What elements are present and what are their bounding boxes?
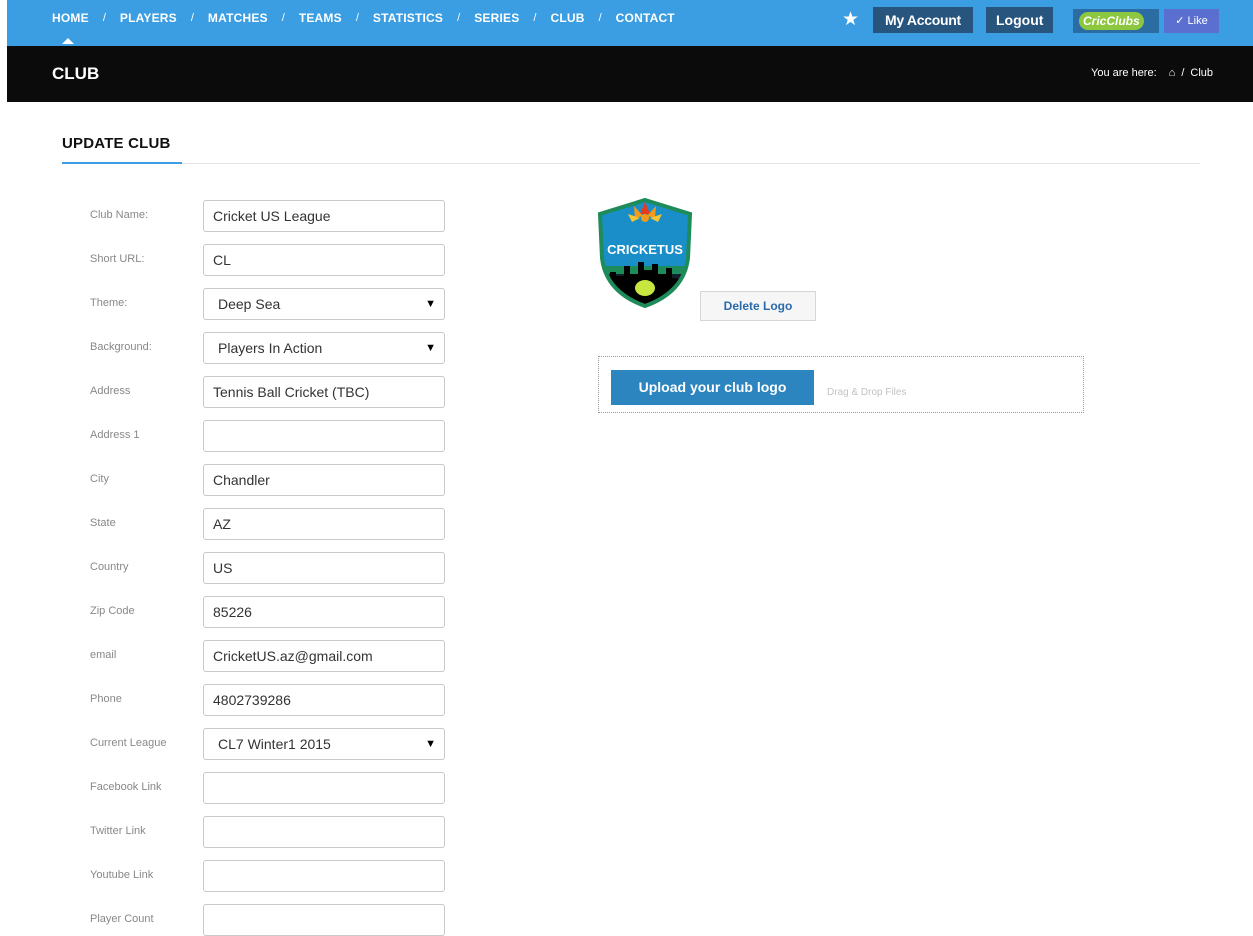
city-input[interactable] [203,464,445,496]
form-row-youtube: Youtube Link [90,860,450,892]
email-label: email [90,649,117,661]
logo-text: CRICKETUS [607,242,683,257]
nav-separator: / [102,12,106,24]
club-name-label: Club Name: [90,209,149,221]
current-league-label: Current League [90,737,167,749]
dropdown-arrow-icon: ▼ [425,298,436,310]
short-url-label: Short URL: [90,253,145,265]
city-label: City [90,473,109,485]
upload-logo-button[interactable]: Upload your club logo [611,370,814,405]
zip-input[interactable] [203,596,445,628]
cricclubs-logo[interactable]: CricClubs [1073,9,1159,33]
nav-club[interactable]: CLUB [550,11,584,25]
nav-separator: / [281,12,285,24]
page-title: CLUB [52,64,100,83]
short-url-input[interactable] [203,244,445,276]
nav-home[interactable]: HOME [52,11,89,25]
my-account-button[interactable]: My Account [873,7,973,33]
form-row-email: email [90,640,450,672]
breadcrumb-separator: / [1181,67,1185,79]
zip-label: Zip Code [90,605,135,617]
current-league-select[interactable]: CL7 Winter1 2015 ▼ [203,728,445,760]
youtube-label: Youtube Link [90,869,154,881]
address-label: Address [90,385,131,397]
youtube-input[interactable] [203,860,445,892]
delete-logo-button[interactable]: Delete Logo [700,291,816,321]
club-name-input[interactable] [203,200,445,232]
state-label: State [90,517,116,529]
state-input[interactable] [203,508,445,540]
section-divider-accent [62,162,182,164]
upload-dropzone[interactable]: Upload your club logo Drag & Drop Files [598,356,1084,413]
star-icon[interactable]: ★ [842,10,859,30]
nav-separator: / [457,12,461,24]
nav-menu: HOME / PLAYERS / MATCHES / TEAMS / STATI… [52,11,675,25]
nav-separator: / [598,12,602,24]
form-row-club-name: Club Name: [90,200,450,232]
theme-label: Theme: [90,297,128,309]
form-row-theme: Theme: Deep Sea ▼ [90,288,450,320]
dropdown-arrow-icon: ▼ [425,738,436,750]
facebook-input[interactable] [203,772,445,804]
theme-selected-value: Deep Sea [218,296,281,312]
twitter-input[interactable] [203,816,445,848]
dropdown-arrow-icon: ▼ [425,342,436,354]
player-count-label: Player Count [90,913,154,925]
form-row-twitter: Twitter Link [90,816,450,848]
form-row-current-league: Current League CL7 Winter1 2015 ▼ [90,728,450,760]
breadcrumb: You are here: ⌂ / Club [1091,67,1213,79]
active-caret-icon [62,38,74,44]
form-row-address: Address [90,376,450,408]
form-row-background: Background: Players In Action ▼ [90,332,450,364]
form-row-state: State [90,508,450,540]
country-label: Country [90,561,129,573]
current-league-selected-value: CL7 Winter1 2015 [218,736,331,752]
breadcrumb-prefix: You are here: [1091,67,1157,79]
home-icon[interactable]: ⌂ [1169,67,1176,79]
breadcrumb-current: Club [1190,67,1213,79]
page-header: CLUB You are here: ⌂ / Club [7,46,1253,102]
address1-label: Address 1 [90,429,140,441]
drag-drop-hint: Drag & Drop Files [827,387,907,398]
form-row-short-url: Short URL: [90,244,450,276]
phone-input[interactable] [203,684,445,716]
logout-button[interactable]: Logout [986,7,1054,33]
address-input[interactable] [203,376,445,408]
nav-separator: / [190,12,194,24]
nav-teams[interactable]: TEAMS [299,11,342,25]
background-selected-value: Players In Action [218,340,323,356]
email-input[interactable] [203,640,445,672]
phone-label: Phone [90,693,122,705]
background-label: Background: [90,341,152,353]
form-row-phone: Phone [90,684,450,716]
form-row-country: Country [90,552,450,584]
brand-logo-text: CricClubs [1079,12,1144,30]
facebook-label: Facebook Link [90,781,162,793]
background-select[interactable]: Players In Action ▼ [203,332,445,364]
top-nav: HOME / PLAYERS / MATCHES / TEAMS / STATI… [7,0,1253,46]
like-button[interactable]: ✓ Like [1164,9,1219,33]
section-divider [62,163,1200,164]
address1-input[interactable] [203,420,445,452]
theme-select[interactable]: Deep Sea ▼ [203,288,445,320]
club-logo-image: CRICKETUS [597,197,693,309]
nav-contact[interactable]: CONTACT [616,11,675,25]
twitter-label: Twitter Link [90,825,146,837]
form-row-city: City [90,464,450,496]
country-input[interactable] [203,552,445,584]
nav-separator: / [533,12,537,24]
nav-statistics[interactable]: STATISTICS [373,11,443,25]
form-row-zip: Zip Code [90,596,450,628]
form-row-player-count: Player Count [90,904,450,936]
form-row-address1: Address 1 [90,420,450,452]
nav-series[interactable]: SERIES [474,11,519,25]
form-row-facebook: Facebook Link [90,772,450,804]
nav-separator: / [355,12,359,24]
section-title: UPDATE CLUB [62,135,171,152]
nav-matches[interactable]: MATCHES [208,11,268,25]
player-count-input[interactable] [203,904,445,936]
nav-players[interactable]: PLAYERS [120,11,177,25]
